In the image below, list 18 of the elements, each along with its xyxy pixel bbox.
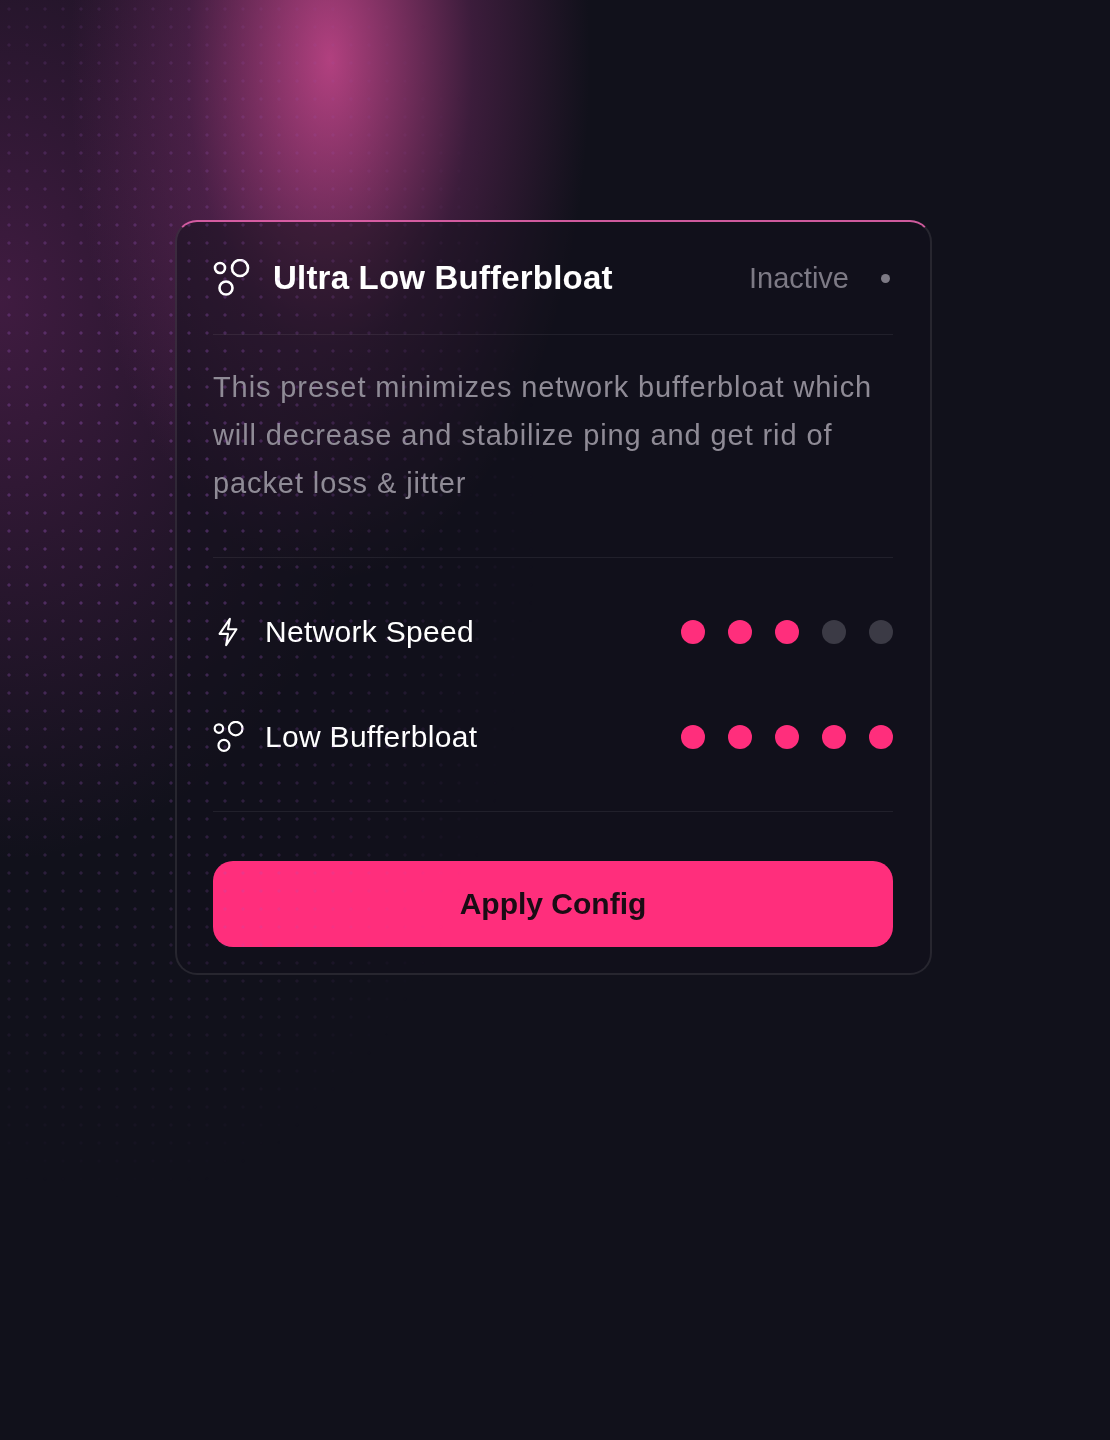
rating-dot [869, 724, 893, 749]
rating-dot [681, 724, 705, 749]
rating-dot [775, 619, 799, 644]
rating-dot [822, 724, 846, 749]
status-label: Inactive [749, 261, 849, 295]
rating-dot [822, 619, 846, 644]
rating-dot [728, 619, 752, 644]
rating-dot [681, 619, 705, 644]
rating-label: Network Speed [265, 614, 475, 649]
apply-config-button[interactable]: Apply Config [213, 861, 893, 947]
bubbles-icon [213, 720, 245, 753]
bubbles-icon [213, 259, 251, 297]
rating-label: Low Bufferbloat [265, 719, 479, 754]
rating-dot [728, 724, 752, 749]
rating-dot [775, 724, 799, 749]
rating-dot [869, 619, 893, 644]
card-title: Ultra Low Bufferbloat [273, 259, 614, 297]
description-text: This preset minimizes network bufferbloat which will decrease and stabilize ping and get rid of packet loss & jitter [213, 335, 893, 558]
